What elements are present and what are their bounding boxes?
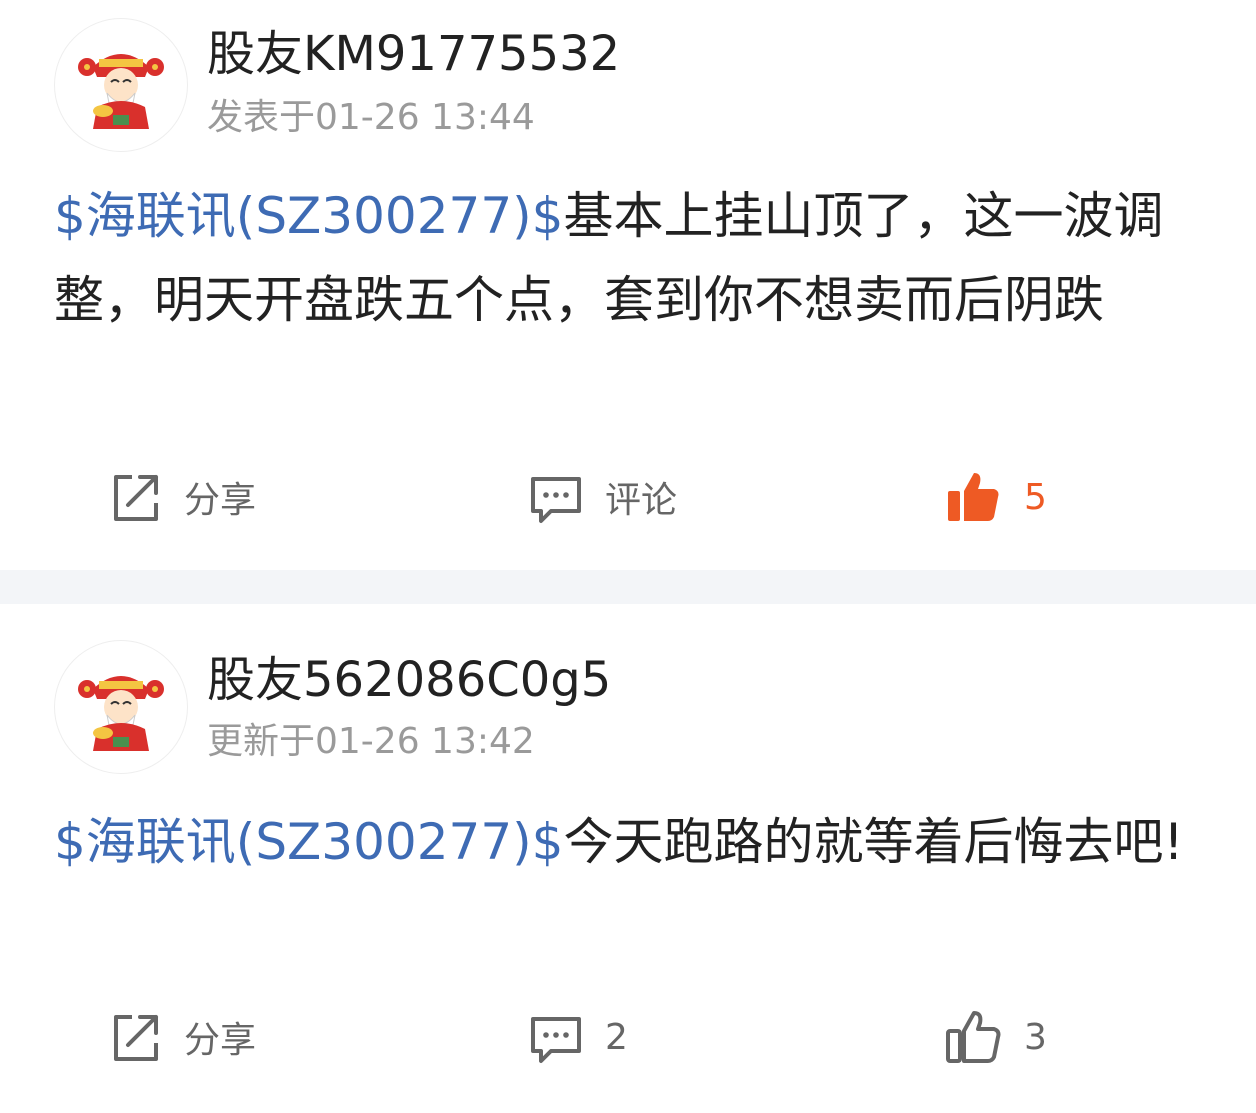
fortune-god-avatar-icon [78, 676, 164, 751]
post-timestamp: 发表于01-26 13:44 [207, 97, 535, 138]
share-button[interactable]: 分享 [108, 1005, 256, 1069]
avatar[interactable] [54, 640, 188, 774]
share-icon [114, 1015, 158, 1061]
comment-button[interactable]: 评论 [527, 465, 677, 529]
avatar[interactable] [54, 18, 188, 152]
share-label: 分享 [184, 480, 257, 521]
thumbs-up-outline-icon [946, 1011, 1001, 1063]
stock-ticker-link[interactable]: $海联讯(SZ300277)$ [54, 187, 564, 245]
post-divider [0, 570, 1256, 604]
comment-icon [531, 477, 581, 523]
post-text: 今天跑路的就等着后悔去吧! [563, 813, 1184, 871]
share-label: 分享 [184, 1020, 257, 1061]
username[interactable]: 股友KM91775532 [207, 24, 620, 84]
comment-count: 2 [605, 1016, 628, 1058]
comment-icon [531, 1017, 581, 1063]
post-card[interactable]: 股友562086C0g5 更新于01-26 13:42 $海联讯(SZ30027… [0, 604, 1256, 1109]
comment-label: 评论 [605, 480, 678, 521]
post-actions: 分享 评论 5 [0, 465, 1256, 529]
post-content[interactable]: $海联讯(SZ300277)$基本上挂山顶了，这一波调整，明天开盘跌五个点，套到… [54, 174, 1214, 342]
like-count: 3 [1024, 1016, 1047, 1058]
share-button[interactable]: 分享 [108, 465, 256, 529]
post-actions: 分享 2 3 [0, 1005, 1256, 1069]
post-card[interactable]: 股友KM91775532 发表于01-26 13:44 $海联讯(SZ30027… [0, 0, 1256, 570]
username[interactable]: 股友562086C0g5 [207, 650, 611, 710]
like-button[interactable]: 3 [944, 1005, 1047, 1069]
like-count: 5 [1024, 476, 1047, 518]
thumbs-up-filled-icon [948, 473, 999, 521]
like-button[interactable]: 5 [944, 465, 1047, 529]
post-content[interactable]: $海联讯(SZ300277)$今天跑路的就等着后悔去吧! [54, 800, 1214, 884]
stock-ticker-link[interactable]: $海联讯(SZ300277)$ [54, 813, 564, 871]
fortune-god-avatar-icon [78, 54, 164, 129]
post-timestamp: 更新于01-26 13:42 [207, 721, 535, 762]
comment-button[interactable]: 2 [527, 1005, 628, 1069]
share-icon [114, 475, 158, 521]
